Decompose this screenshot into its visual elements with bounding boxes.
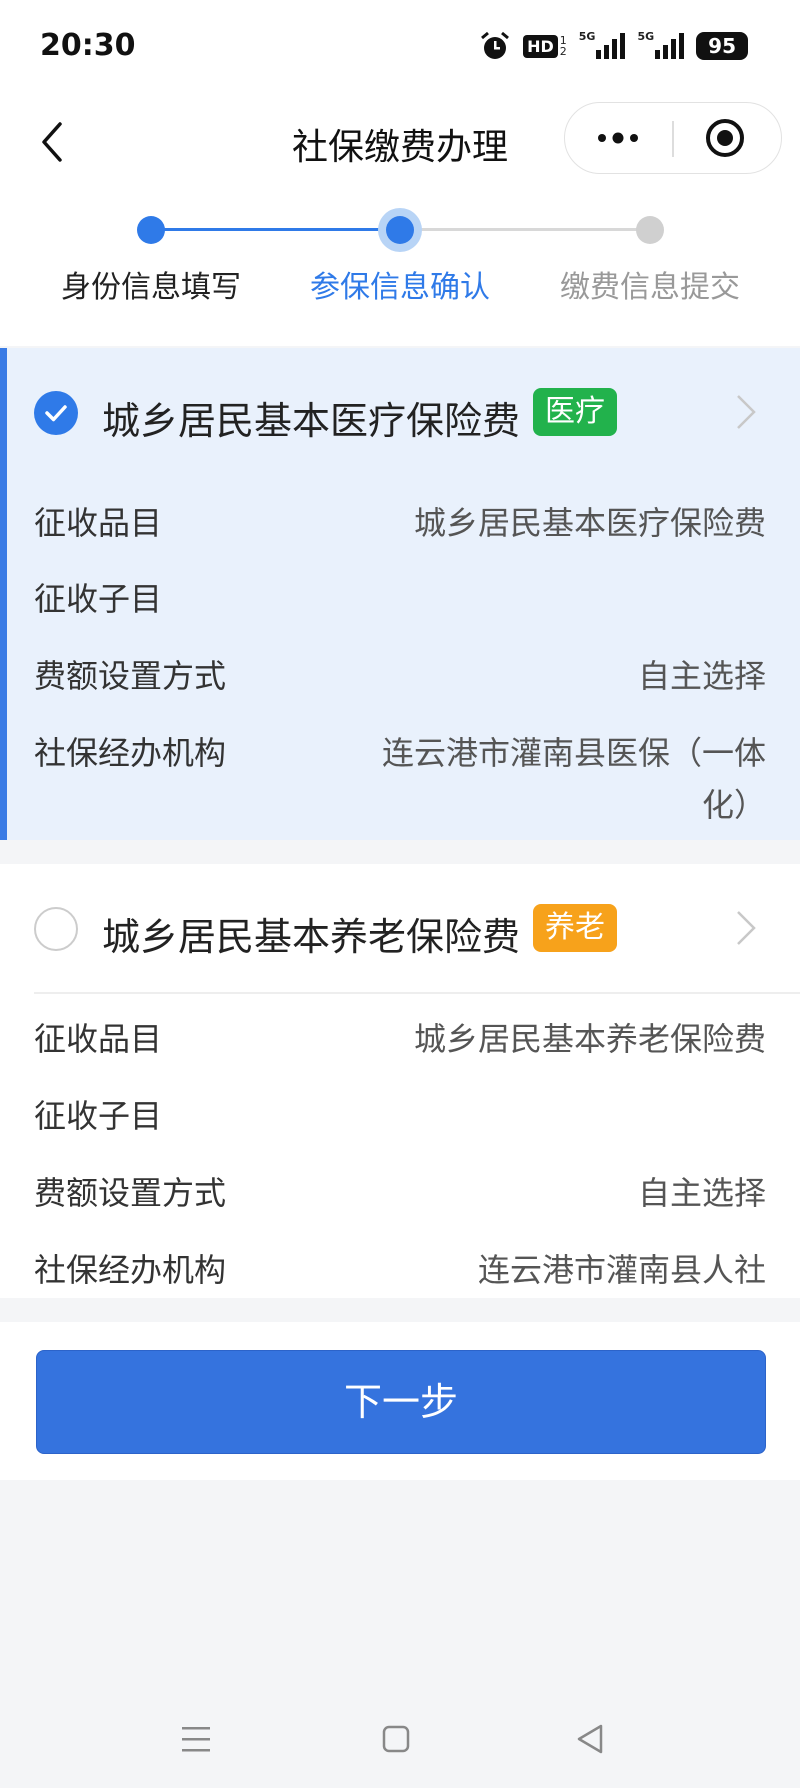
select-checkbox-medical[interactable]	[34, 391, 78, 435]
row-value-continued: 化）	[701, 786, 766, 824]
menu-button[interactable]	[180, 1722, 212, 1760]
row-value: 自主选择	[637, 657, 766, 695]
menu-icon	[182, 1727, 210, 1752]
row-value: 连云港市灌南县人社	[477, 1251, 766, 1289]
insurance-item-medical[interactable]: 城乡居民基本医疗保险费 医疗 征收品目 城乡居民基本医疗保险费 征收子目 费额设…	[0, 348, 800, 840]
hd-icon: HD 1 2	[523, 34, 567, 58]
back-nav-button[interactable]	[574, 1722, 606, 1760]
step-label-1: 身份信息填写	[61, 270, 241, 305]
system-navigation-bar	[0, 1700, 800, 1780]
row-label: 征收品目	[34, 1020, 163, 1058]
row-label: 费额设置方式	[34, 657, 227, 695]
step-dot-pending	[636, 216, 664, 244]
row-value: 城乡居民基本医疗保险费	[413, 504, 766, 542]
signal-5g-icon: 5G	[579, 30, 626, 60]
triangle-back-icon	[577, 1724, 603, 1754]
status-icons: HD 1 2 5G 5G 95	[479, 30, 748, 62]
home-square-icon	[382, 1725, 410, 1753]
item-header[interactable]: 城乡居民基本养老保险费 养老	[0, 864, 800, 984]
expand-arrow[interactable]	[732, 392, 760, 436]
row-label: 社保经办机构	[34, 734, 227, 772]
row-label: 费额设置方式	[34, 1174, 227, 1212]
progress-steps: 身份信息填写 参保信息确认 缴费信息提交	[0, 192, 800, 346]
row-value: 连云港市灌南县医保（一体	[381, 734, 766, 772]
select-checkbox-pension[interactable]	[34, 907, 78, 951]
home-button[interactable]	[380, 1722, 412, 1760]
chevron-right-icon	[737, 395, 756, 429]
signal-5g-icon-2: 5G	[637, 30, 685, 60]
mini-program-capsule	[564, 102, 782, 174]
alarm-icon	[479, 30, 511, 62]
step-dot-done	[137, 216, 165, 244]
detail-row: 社保经办机构 连云港市灌南县医保（一体 化）	[34, 728, 766, 824]
chevron-right-icon	[737, 911, 756, 945]
row-label: 征收子目	[34, 580, 163, 618]
step-label-3: 缴费信息提交	[560, 270, 740, 305]
capsule-divider	[672, 121, 674, 157]
insurance-item-pension[interactable]: 城乡居民基本养老保险费 养老 征收品目 城乡居民基本养老保险费 征收子目 费额设…	[0, 864, 800, 1298]
navigation-bar: 社保缴费办理	[0, 92, 800, 192]
status-bar: 20:30 HD 1 2 5G 5G 95	[0, 0, 800, 92]
status-time: 20:30	[40, 28, 136, 63]
item-title: 城乡居民基本养老保险费	[102, 915, 521, 959]
row-value: 自主选择	[637, 1174, 766, 1212]
footer-bar: 下一步	[0, 1322, 800, 1480]
tag-medical: 医疗	[533, 388, 617, 436]
step-label-2: 参保信息确认	[310, 270, 490, 305]
next-step-button[interactable]: 下一步	[36, 1350, 766, 1454]
step-line-pending	[400, 228, 650, 231]
target-icon	[706, 119, 744, 157]
row-label: 社保经办机构	[34, 1251, 227, 1289]
row-value: 城乡居民基本养老保险费	[413, 1020, 766, 1058]
header-divider	[34, 992, 800, 994]
tag-pension: 养老	[533, 904, 617, 952]
more-dots-icon	[598, 132, 638, 144]
more-button[interactable]	[593, 126, 643, 154]
battery-indicator: 95	[696, 32, 748, 60]
expand-arrow[interactable]	[732, 908, 760, 952]
item-header[interactable]: 城乡居民基本医疗保险费 医疗	[0, 348, 800, 468]
check-icon	[45, 405, 67, 422]
item-title: 城乡居民基本医疗保险费	[102, 399, 521, 443]
close-program-button[interactable]	[705, 118, 745, 162]
row-label: 征收子目	[34, 1097, 163, 1135]
step-dot-active-core	[386, 216, 414, 244]
step-line-done	[150, 228, 400, 231]
row-label: 征收品目	[34, 504, 163, 542]
